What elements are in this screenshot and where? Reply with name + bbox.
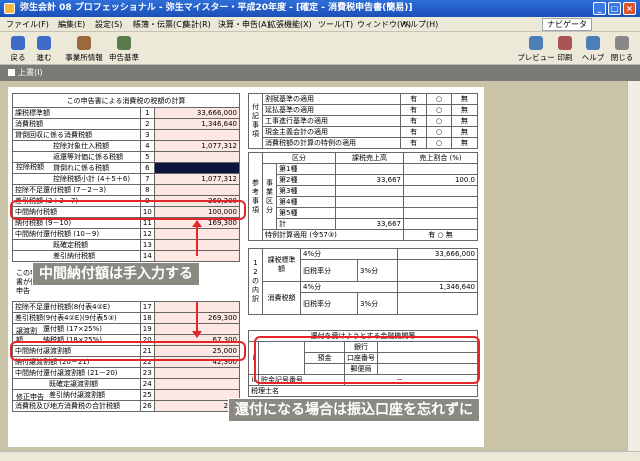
special-calc-toggle[interactable]: 有 ○ 無 (403, 229, 478, 241)
table-row: 還付額 (17×25%) 19 (12, 323, 241, 335)
tab-bar: 上書(I) (0, 65, 640, 81)
menu-file[interactable]: ファイル(F) (6, 19, 49, 30)
maximize-button[interactable]: □ (608, 2, 621, 15)
bad-debt-recovery-input[interactable] (153, 129, 241, 141)
taxable-base-value: 33,666,000 (153, 107, 241, 119)
menu-tools[interactable]: ツール(T) (318, 19, 353, 30)
deduction-group-label: 控除税額 (16, 163, 44, 171)
menu-settings[interactable]: 設定(S) (95, 19, 122, 30)
menu-books[interactable]: 帳簿・伝票(C) (133, 19, 185, 30)
menu-extensions[interactable]: 拡張機能(X) (268, 19, 312, 30)
menu-reports[interactable]: 集計(R) (183, 19, 211, 30)
print-button[interactable]: 印刷 (552, 34, 578, 63)
menu-closing[interactable]: 決算・申告(A) (218, 19, 270, 30)
preview-icon (529, 36, 543, 50)
office-info-button[interactable]: 事業所情報 (62, 34, 106, 63)
help-icon (586, 36, 600, 50)
down-arrow-icon (192, 302, 202, 338)
table-row: 控除税額小計 (4＋5＋6) 7 1,077,312 (12, 173, 241, 185)
close-button[interactable]: 閉じる (606, 34, 638, 63)
table-row: 中間納付還付譲渡割額 (21－20) 23 (12, 367, 241, 379)
notes-table: 付記事項 割賦基準の適用有 ○ 無 延払基準の適用有 ○ 無 工事進行基準の適用有 ○ 無 現… (248, 93, 479, 149)
menu-edit[interactable]: 編集(E) (58, 19, 85, 30)
navigator-button[interactable]: ナビゲータ (542, 18, 592, 31)
breakdown-table: 1 2の内訳 課税標準額 4%分 33,666,000 旧税率分 3%分 消費税額 4%分… (248, 248, 478, 315)
status-bar (0, 451, 640, 461)
table-row: 返還等対価に係る税額 5 (12, 151, 241, 163)
table-row: 課税標準額 1 33,666,000 (12, 107, 241, 119)
table-row: 消費税及び地方消費税の合計税額26211 (12, 400, 241, 412)
window-title: 弥生会計 08 プロフェッショナル - 弥生マイスター・平成20年度 - [確定… (20, 3, 413, 13)
confirmed-transfer-input[interactable] (153, 378, 241, 390)
back-arrow-icon (11, 36, 25, 50)
help-button[interactable]: ヘルプ (578, 34, 608, 63)
reference-table: 参考事項 区分 課税売上高 売上割合 (%) 事業区分 第1種 第2種 33,667 100… (248, 152, 478, 241)
table-row: 中間納付還付税額 (10－9) 12 (12, 228, 241, 240)
menu-bar: ファイル(F) 編集(E) 設定(S) 帳簿・伝票(C) 集計(R) 決算・申告… (0, 17, 640, 32)
table-row: 差引税額(9付表4②E)(9付表5③) 18 269,300 (12, 312, 241, 324)
up-arrow-icon (192, 220, 202, 256)
return-tax-input[interactable] (153, 151, 241, 163)
tax-calc-title: この申告書による消費税の税額の計算 (12, 93, 240, 108)
forward-arrow-icon (37, 36, 51, 50)
printer-icon (558, 36, 572, 50)
document-icon (117, 36, 131, 50)
toolbar: 戻る 進む 事業所情報 申告基準 プレビュー 印刷 ヘルプ 閉じる (0, 32, 640, 65)
table-row: 貸倒れに係る税額 6 (12, 162, 241, 174)
table-row: 消費税額 2 1,346,640 (12, 118, 241, 130)
building-icon (77, 36, 91, 50)
preview-button[interactable]: プレビュー (516, 34, 556, 63)
table-row: 差引納付譲渡割額 25 (12, 389, 241, 401)
annotation-bank-reminder: 還付になる場合は振込口座を忘れずに (228, 398, 480, 422)
forward-button[interactable]: 進む (26, 34, 62, 63)
annotation-interim-manual: 中間納付額は手入力する (32, 262, 200, 286)
bad-debt-tax-input[interactable] (153, 162, 241, 174)
filing-basis-button[interactable]: 申告基準 (104, 34, 144, 63)
amendment2-group-label: 修正申告 (16, 393, 44, 401)
door-icon (615, 36, 629, 50)
menu-help[interactable]: ヘルプ(H) (402, 19, 438, 30)
table-row: 差引納付税額 14 (12, 250, 241, 262)
interim-payment-highlight (10, 200, 246, 220)
minimize-button[interactable]: _ (593, 2, 606, 15)
tax-calc-table: この申告書による消費税の税額の計算 課税標準額 1 33,666,000 消費税額 2… (12, 93, 241, 262)
table-row: 控除対象仕入税額 4 1,077,312 (12, 140, 241, 152)
table-row: 貸倒回収に係る消費税額 3 (12, 129, 241, 141)
table-row: 控除不足還付税額(8付表4②E) 17 (12, 301, 241, 313)
close-window-button[interactable]: × (623, 2, 636, 15)
interim-transfer-highlight (10, 341, 246, 361)
vertical-scrollbar[interactable] (627, 81, 640, 451)
table-row: 控除不足還付税額 (7－2－3) 8 (12, 184, 241, 196)
table-row: 既確定譲渡割額 24 (12, 378, 241, 390)
title-bar: 弥生会計 08 プロフェッショナル - 弥生マイスター・平成20年度 - [確定… (0, 0, 640, 17)
app-icon (4, 3, 15, 14)
table-row: 既確定税額 13 (12, 239, 241, 251)
tab-overwrite[interactable]: 上書(I) (8, 67, 43, 79)
bank-highlight (254, 336, 480, 384)
